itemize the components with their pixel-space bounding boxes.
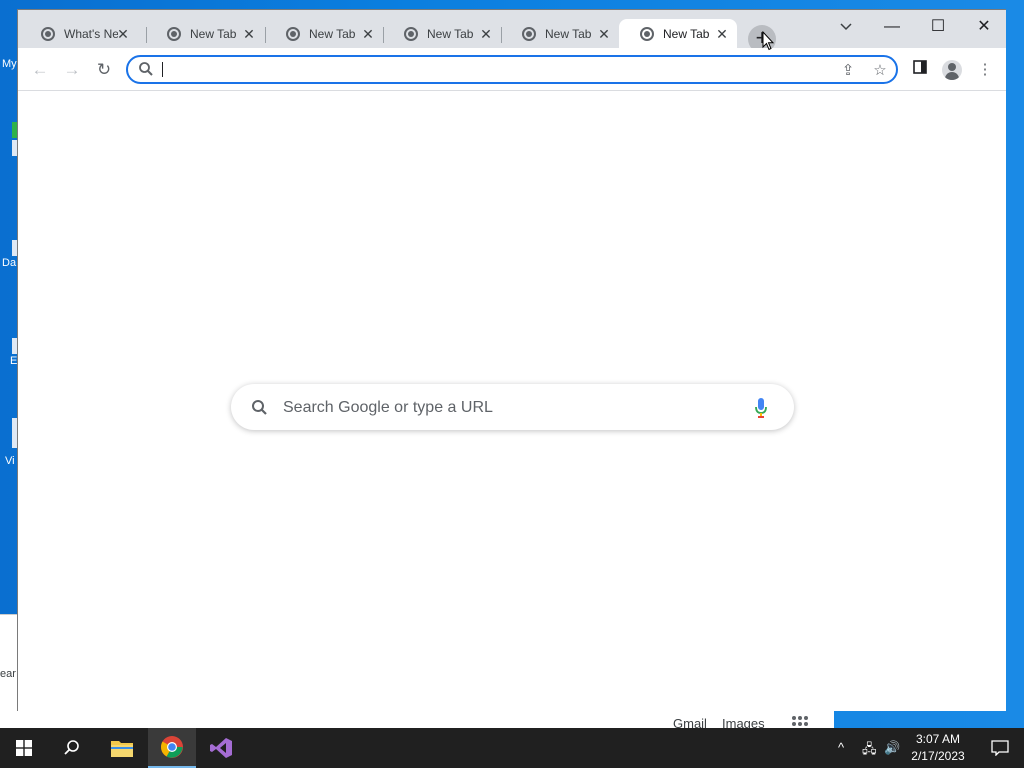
tab-search-chevron-icon[interactable] xyxy=(836,15,856,39)
tab-close-icon[interactable]: ✕ xyxy=(241,26,257,42)
folder-icon xyxy=(111,741,133,757)
windows-logo-icon xyxy=(16,740,32,756)
tab-title: New Tab xyxy=(309,26,356,41)
new-tab-page: Search Google or type a URL xyxy=(18,91,1006,711)
chrome-favicon-icon xyxy=(286,26,300,41)
mouse-cursor-icon xyxy=(762,31,774,51)
tab-title: New Tab xyxy=(545,26,592,41)
close-window-button[interactable]: ✕ xyxy=(961,15,1007,39)
taskbar-search-button[interactable] xyxy=(48,728,96,768)
notification-icon xyxy=(991,740,1009,756)
share-icon[interactable]: ⇪ xyxy=(838,61,858,81)
start-button[interactable] xyxy=(0,728,48,768)
side-panel-icon[interactable] xyxy=(908,58,932,82)
chrome-favicon-icon xyxy=(41,26,55,41)
chrome-favicon-icon xyxy=(404,26,418,41)
browser-window: What's New ✕ New Tab ✕ New Tab ✕ New Tab… xyxy=(17,9,1006,711)
search-placeholder: Search Google or type a URL xyxy=(283,399,493,416)
tab-close-icon[interactable]: ✕ xyxy=(714,26,730,42)
chrome-taskbar-button[interactable] xyxy=(148,728,196,768)
search-icon xyxy=(64,740,79,755)
notifications-button[interactable] xyxy=(976,728,1024,768)
chrome-favicon-icon xyxy=(167,26,181,41)
background-window-strip xyxy=(18,710,834,728)
desktop-icon-label: Vi xyxy=(5,455,15,467)
minimize-button[interactable]: — xyxy=(869,15,915,39)
tab-close-icon[interactable]: ✕ xyxy=(115,26,131,42)
background-search-fragment: ear xyxy=(0,668,16,680)
search-icon xyxy=(139,62,153,76)
address-input[interactable] xyxy=(164,59,804,80)
tab-new-tab-active[interactable]: New Tab ✕ xyxy=(619,19,737,48)
tab-title: New Tab xyxy=(427,26,474,41)
tab-title: What's New xyxy=(64,26,118,41)
tab-whats-new[interactable]: What's New ✕ xyxy=(20,19,138,48)
taskbar: ^ 🖧 🔊 3:07 AM 2/17/2023 xyxy=(0,728,1024,768)
back-arrow-icon[interactable]: ← xyxy=(26,56,54,84)
tab-title: New Tab xyxy=(663,26,710,41)
reload-icon[interactable]: ↻ xyxy=(90,56,118,84)
chrome-icon xyxy=(161,736,183,758)
address-bar[interactable]: ⇪ ☆ xyxy=(126,55,898,84)
search-icon xyxy=(252,400,267,415)
chrome-favicon-icon xyxy=(522,26,536,41)
visual-studio-button[interactable] xyxy=(197,728,245,768)
forward-arrow-icon[interactable]: → xyxy=(58,56,86,84)
desktop-icon-label: Da xyxy=(2,257,17,269)
tab-strip: What's New ✕ New Tab ✕ New Tab ✕ New Tab… xyxy=(18,10,1007,53)
visual-studio-icon xyxy=(210,738,232,758)
clock-time: 3:07 AM xyxy=(915,732,961,746)
tab-new-tab[interactable]: New Tab ✕ xyxy=(501,19,619,48)
tab-title: New Tab xyxy=(190,26,237,41)
tab-new-tab[interactable]: New Tab ✕ xyxy=(146,19,264,48)
voice-search-mic-icon[interactable] xyxy=(754,397,768,419)
system-clock[interactable]: 3:07 AM 2/17/2023 xyxy=(898,731,978,765)
file-explorer-button[interactable] xyxy=(98,728,146,768)
tab-new-tab[interactable]: New Tab ✕ xyxy=(265,19,383,48)
google-search-box[interactable]: Search Google or type a URL xyxy=(231,384,794,430)
text-caret xyxy=(162,62,163,77)
more-menu-icon[interactable]: ⋮ xyxy=(973,58,997,82)
bookmark-star-icon[interactable]: ☆ xyxy=(870,61,890,81)
maximize-button[interactable]: ☐ xyxy=(915,15,961,39)
network-icon[interactable]: 🖧 xyxy=(862,740,877,762)
browser-toolbar: ← → ↻ ⇪ ☆ ⋮ xyxy=(18,48,1006,91)
tab-new-tab[interactable]: New Tab ✕ xyxy=(383,19,501,48)
profile-avatar-icon[interactable] xyxy=(942,60,962,80)
clock-date: 2/17/2023 xyxy=(911,749,965,763)
tab-close-icon[interactable]: ✕ xyxy=(596,26,612,42)
tab-close-icon[interactable]: ✕ xyxy=(360,26,376,42)
desktop-icon-label: My xyxy=(2,58,17,70)
tray-chevron-up-icon[interactable]: ^ xyxy=(838,740,844,755)
tab-close-icon[interactable]: ✕ xyxy=(478,26,494,42)
chrome-favicon-icon xyxy=(640,26,654,41)
